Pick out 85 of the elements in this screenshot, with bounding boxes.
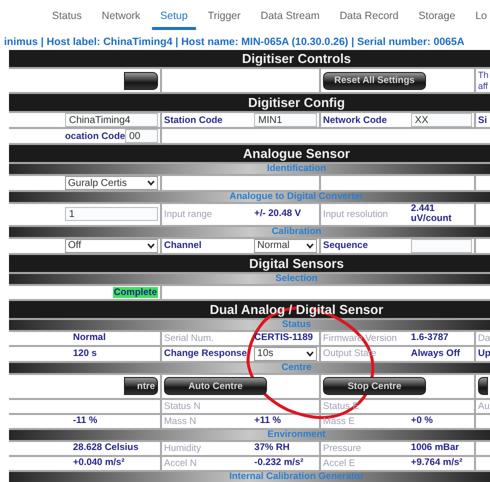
field-label: Mass E: [323, 416, 355, 427]
table-cell: [476, 238, 490, 253]
button[interactable]: Reset All Settings: [323, 72, 426, 90]
field-label: ocation Code: [65, 130, 126, 142]
note-text: Th aff: [478, 70, 489, 92]
input-field[interactable]: ChinaTiming4: [65, 113, 158, 127]
input-field[interactable]: [410, 238, 472, 253]
nav-tab[interactable]: Lo: [467, 0, 490, 30]
section-header: Digitiser Controls: [9, 50, 490, 67]
field-value: 1006 mBar: [410, 443, 459, 454]
table-cell: [476, 414, 490, 428]
field-label: Accel N: [164, 458, 197, 469]
field-value: +0 %: [410, 416, 433, 427]
table-cell: [476, 456, 490, 470]
field-value: 1.6-3787: [410, 333, 448, 344]
caret-icon: [306, 350, 314, 357]
host-info: inimus | Host label: ChinaTiming4 | Host name: MIN-065A (10.30.0.26) | Serial number: 0065A: [4, 36, 464, 48]
subsection-header: Analogue to Digital Converter: [9, 192, 490, 202]
dropdown[interactable]: Guralp Certis: [65, 176, 158, 190]
table-cell: [476, 442, 490, 455]
nav-tab[interactable]: Storage: [410, 0, 464, 30]
field-value: -11 %: [72, 416, 98, 427]
section-header: Digital Sensors: [9, 254, 490, 272]
field-value: 120 s: [72, 348, 97, 360]
field-label: Mass N: [164, 416, 196, 427]
field-value: +9.764 m/s²: [410, 458, 462, 469]
field-value: 37% RH: [254, 443, 290, 454]
nav-tab[interactable]: Trigger: [200, 0, 249, 30]
field-label: Change Response: [164, 348, 247, 360]
field-label: Au: [478, 400, 490, 412]
nav-tab[interactable]: Status: [44, 0, 90, 30]
field-value: -0.232 m/s²: [254, 458, 304, 469]
nav-tab[interactable]: Data Stream: [252, 0, 328, 30]
field-label: Serial Num.: [164, 332, 214, 344]
dropdown[interactable]: 10s: [254, 346, 317, 361]
button[interactable]: Auto Centre: [164, 377, 267, 396]
subsection-header: Status: [9, 320, 490, 330]
field-value: +/- 20.48 V: [254, 209, 302, 220]
button[interactable]: ntre: [124, 377, 158, 396]
table-cell: [476, 176, 490, 190]
subsection-header: Internal Calibration Generator: [9, 472, 490, 482]
field-value: 2.441 uV/count: [410, 204, 453, 225]
field-value: +11 %: [254, 416, 281, 427]
input-field[interactable]: XX: [410, 113, 472, 127]
field-label: Accel E: [323, 458, 356, 469]
subsection-header: Environment: [9, 430, 490, 440]
button[interactable]: Stop Centre: [323, 377, 426, 396]
button[interactable]: [124, 72, 158, 90]
subsection-header: Selection: [9, 274, 490, 284]
field-value: CERTIS-1189: [254, 333, 313, 344]
button[interactable]: [478, 377, 488, 396]
subsection-header: Centre: [9, 362, 490, 373]
nav-tab[interactable]: Setup: [152, 0, 196, 30]
field-label: Station Code: [164, 114, 223, 126]
table-cell: [476, 204, 490, 225]
caret-icon: [147, 242, 155, 249]
dropdown[interactable]: Normal: [254, 238, 317, 253]
field-value: +0.040 m/s²: [72, 458, 124, 469]
section-header: Digitiser Config: [9, 94, 490, 111]
section-header: Analogue Sensor: [9, 145, 490, 162]
input-field[interactable]: 1: [65, 207, 158, 222]
field-label: Si: [478, 114, 487, 126]
caret-icon: [306, 242, 314, 249]
dropdown[interactable]: Off: [65, 238, 158, 253]
field-label: Input range: [164, 208, 212, 220]
nav-tab[interactable]: Network: [94, 0, 148, 30]
input-field[interactable]: 00: [125, 129, 158, 143]
field-label: Channel: [164, 240, 202, 252]
field-label: Input resolution: [323, 208, 388, 220]
field-value: 28.628 Celsius: [72, 443, 138, 454]
subsection-header: Calibration: [9, 226, 490, 237]
field-value: Normal: [72, 333, 106, 344]
input-field[interactable]: MIN1: [254, 113, 317, 127]
field-label: Pressure: [323, 442, 362, 454]
field-label: Up: [478, 348, 490, 360]
caret-icon: [147, 180, 155, 186]
field-value: Always Off: [410, 348, 460, 360]
field-label: Network Code: [323, 114, 387, 126]
field-label: Sequence: [323, 240, 368, 252]
field-label: Humidity: [164, 442, 201, 454]
status-badge: Complete: [112, 286, 158, 298]
subsection-header: Identification: [9, 164, 490, 174]
nav-tab[interactable]: Data Record: [332, 0, 407, 30]
field-label: Da: [478, 332, 490, 344]
field-label: Status N: [164, 400, 200, 412]
